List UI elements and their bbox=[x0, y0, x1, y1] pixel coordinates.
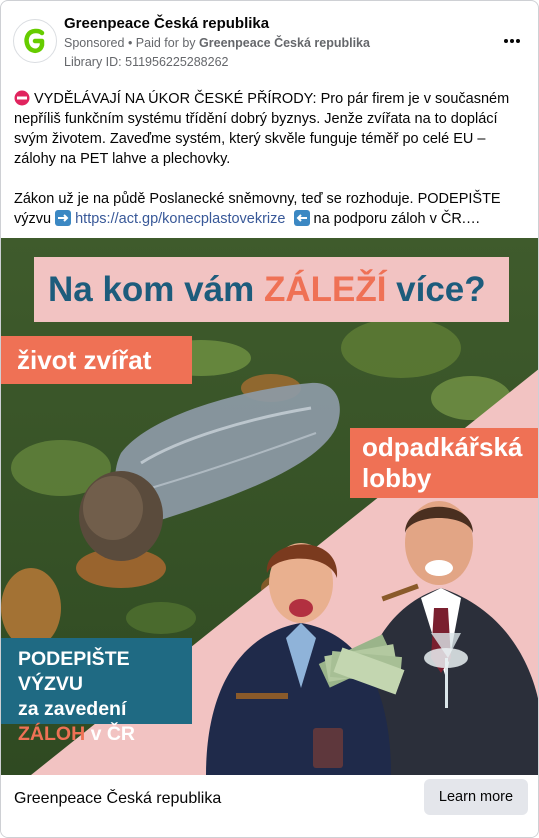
post-paragraph-1: VYDĚLÁVAJÍ NA ÚKOR ČESKÉ PŘÍRODY: Pro pá… bbox=[14, 89, 530, 169]
headline-accent: ZÁLEŽÍ bbox=[263, 269, 387, 309]
hedgehog bbox=[79, 471, 163, 561]
arrow-left-icon bbox=[293, 210, 310, 226]
page-avatar[interactable] bbox=[13, 19, 57, 63]
petition-line-1: PODEPIŠTE VÝZVU bbox=[18, 648, 130, 695]
headline-part-1: Na kom vám bbox=[48, 269, 264, 309]
petition-line-2: za zavedení bbox=[18, 698, 127, 720]
creative-headline: Na kom vám ZÁLEŽÍ více? bbox=[34, 257, 509, 322]
petition-after: v ČR bbox=[85, 723, 136, 745]
tag-lobby-line-2: lobby bbox=[362, 463, 432, 493]
sponsored-line: Sponsored • Paid for by Greenpeace Česká… bbox=[64, 36, 370, 50]
paid-for-prefix: • Paid for by bbox=[124, 36, 200, 50]
tag-lobby-line-1: odpadkářská bbox=[362, 432, 523, 462]
library-id: Library ID: 511956225288262 bbox=[64, 55, 229, 69]
petition-line-3: ZÁLOH v ČR bbox=[18, 722, 192, 747]
post-text: VYDĚLÁVAJÍ NA ÚKOR ČESKÉ PŘÍRODY: Pro pá… bbox=[14, 89, 530, 229]
footer-page-name[interactable]: Greenpeace Česká republika bbox=[14, 790, 221, 808]
post-paragraph-2: Zákon už je na půdě Poslanecké sněmovny,… bbox=[14, 189, 530, 229]
tag-waste-lobby: odpadkářská lobby bbox=[350, 428, 538, 498]
arrow-right-icon bbox=[55, 210, 72, 226]
more-options-button[interactable] bbox=[496, 29, 528, 53]
tag-petition: PODEPIŠTE VÝZVU za zavedení ZÁLOH v ČR bbox=[1, 638, 192, 745]
post-paragraph-1-text: VYDĚLÁVAJÍ NA ÚKOR ČESKÉ PŘÍRODY: Pro pá… bbox=[14, 91, 510, 167]
sponsored-label: Sponsored bbox=[64, 36, 125, 50]
more-horizontal-icon bbox=[504, 39, 520, 43]
page-name[interactable]: Greenpeace Česká republika bbox=[64, 15, 269, 32]
tag-animals-life: život zvířat bbox=[1, 336, 192, 384]
ad-footer: Greenpeace Česká republika Learn more bbox=[1, 775, 538, 837]
learn-more-button[interactable]: Learn more bbox=[424, 779, 528, 815]
paid-for-name: Greenpeace Česká republika bbox=[199, 36, 370, 50]
petition-accent: ZÁLOH bbox=[18, 723, 86, 745]
post-paragraph-2-end: na podporu záloh v ČR.… bbox=[313, 211, 481, 227]
no-entry-icon bbox=[14, 90, 30, 106]
greenpeace-logo-icon bbox=[24, 28, 45, 54]
ad-card: Greenpeace Česká republika Sponsored • P… bbox=[0, 0, 539, 838]
ad-creative-image[interactable]: Na kom vám ZÁLEŽÍ více? život zvířat odp… bbox=[1, 238, 538, 775]
post-header: Greenpeace Česká republika Sponsored • P… bbox=[13, 11, 528, 71]
headline-part-2: více? bbox=[386, 269, 486, 309]
petition-link[interactable]: https://act.gp/konecplastovekrize bbox=[75, 211, 285, 227]
